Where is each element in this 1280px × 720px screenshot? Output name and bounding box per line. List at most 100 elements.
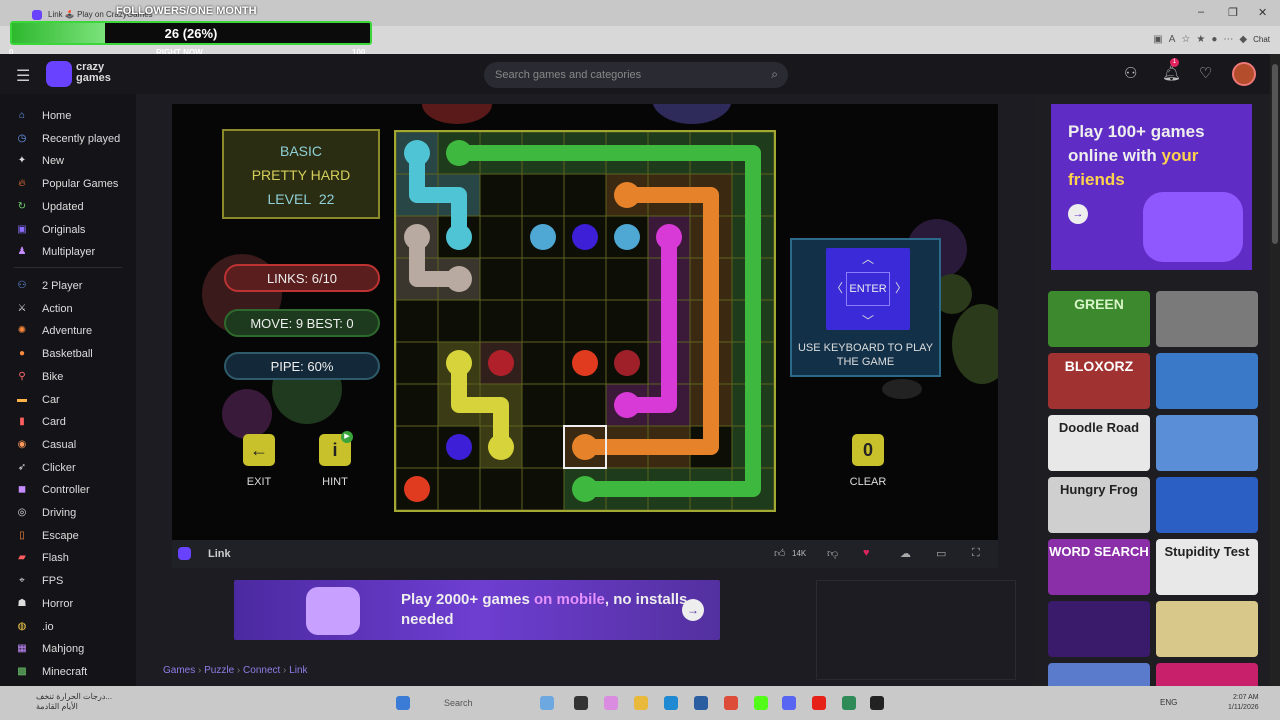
weather-widget[interactable]: درجات الحرارة تنخف... الأيام القادمة (12, 692, 112, 712)
sidebar-item-mahjong[interactable]: ▦ Mahjong (16, 639, 84, 659)
taskbar-search[interactable]: Search (420, 694, 530, 714)
minimize-icon[interactable]: – (1198, 6, 1204, 18)
sidebar-item-minecraft[interactable]: ▩ Minecraft (16, 662, 87, 682)
translate-icon[interactable]: A (1169, 34, 1182, 45)
puzzle-grid[interactable] (394, 130, 776, 512)
unlinked-dot[interactable] (404, 476, 430, 502)
sidebar-item-io[interactable]: ◍ .io (16, 617, 54, 637)
cloud-save-icon[interactable]: ☁ (900, 547, 911, 560)
sidebar-item-new[interactable]: ✦ New (16, 151, 64, 171)
game-thumbnail[interactable]: Hungry Frog (1048, 477, 1150, 533)
unlinked-dot[interactable] (614, 224, 640, 250)
chrome-icon[interactable] (724, 696, 738, 710)
sidebar-item-bike[interactable]: ⚲ Bike (16, 367, 63, 387)
favorite-heart-icon[interactable]: ♥ (863, 547, 870, 559)
youtube-icon[interactable] (812, 696, 826, 710)
chat-label[interactable]: Chat (1253, 35, 1270, 44)
game-thumbnail[interactable] (1156, 353, 1258, 409)
breadcrumb-item[interactable]: Link (289, 665, 307, 676)
arrow-right-icon[interactable]: → (682, 599, 704, 621)
unlinked-dot[interactable] (446, 434, 472, 460)
sidebar-item-2-player[interactable]: ⚇ 2 Player (16, 276, 83, 296)
clock[interactable]: 2:07 AM 1/11/2026 (1228, 693, 1259, 713)
sidebar-item-adventure[interactable]: ✺ Adventure (16, 321, 92, 341)
sidebar-item-driving[interactable]: ◎ Driving (16, 503, 77, 523)
unlinked-dot[interactable] (530, 224, 556, 250)
profile-icon[interactable]: ● (1211, 34, 1223, 45)
unlinked-dot[interactable] (572, 224, 598, 250)
task-view-icon[interactable] (574, 696, 588, 710)
friends-promo-card[interactable]: Play 100+ games online with your friends… (1051, 104, 1252, 270)
exit-button[interactable]: ← (243, 434, 275, 466)
thumbs-down-icon[interactable]: 👎︎ (827, 547, 838, 560)
favorites-icon[interactable]: ★ (1196, 34, 1211, 45)
page-scrollbar[interactable] (1270, 54, 1280, 686)
sidebar-item-car[interactable]: ▬ Car (16, 390, 60, 410)
sidebar-item-controller[interactable]: ◼ Controller (16, 480, 90, 500)
obs-icon[interactable] (870, 696, 884, 710)
sidebar-item-basketball[interactable]: ● Basketball (16, 344, 93, 364)
game-thumbnail[interactable] (1156, 477, 1258, 533)
sidebar-item-card[interactable]: ▮ Card (16, 412, 66, 432)
search-icon[interactable]: ⌕ (771, 67, 778, 82)
unlinked-dot[interactable] (572, 350, 598, 376)
close-icon[interactable]: ✕ (1258, 6, 1267, 19)
copilot-icon[interactable]: ◆ (1239, 34, 1253, 45)
game-thumbnail[interactable]: Stupidity Test (1156, 539, 1258, 595)
mobile-promo-banner[interactable]: Play 2000+ games on mobile, no installs … (234, 580, 720, 640)
edge-icon[interactable] (664, 696, 678, 710)
game-thumbnail[interactable] (1156, 415, 1258, 471)
sidebar-item-action[interactable]: ⚔ Action (16, 299, 73, 319)
search-input[interactable]: Search games and categories ⌕ (484, 62, 788, 88)
language-indicator[interactable]: ENG (1160, 698, 1177, 707)
game-thumbnail[interactable]: GREEN (1048, 291, 1150, 347)
game-thumbnail[interactable]: BLOXORZ (1048, 353, 1150, 409)
scrollbar-thumb[interactable] (1272, 64, 1278, 244)
bookmark-star-icon[interactable]: ☆ (1181, 34, 1196, 45)
game-thumbnail[interactable] (1156, 601, 1258, 657)
sidebar-item-updated[interactable]: ↻ Updated (16, 197, 84, 217)
sidebar-item-flash[interactable]: ▰ Flash (16, 548, 69, 568)
menu-icon[interactable]: ☰ (16, 66, 30, 86)
copilot-icon[interactable] (604, 696, 618, 710)
sidebar-item-casual[interactable]: ◉ Casual (16, 435, 77, 455)
game-thumbnail[interactable] (1048, 601, 1150, 657)
clear-button[interactable]: 0 (852, 434, 884, 466)
avatar[interactable] (1232, 62, 1256, 86)
fullscreen-icon[interactable]: ⛶ (972, 547, 980, 560)
maximize-icon[interactable]: ❐ (1228, 6, 1238, 19)
breadcrumb-item[interactable]: Games (163, 665, 195, 676)
sidebar-item-home[interactable]: ⌂ Home (16, 106, 71, 126)
sidebar-item-popular-games[interactable]: 🔥︎ Popular Games (16, 174, 118, 194)
windows-start-icon[interactable] (396, 696, 410, 710)
kick-icon[interactable] (754, 696, 768, 710)
friends-icon[interactable]: ⚇ (1124, 64, 1137, 82)
discord-icon[interactable] (782, 696, 796, 710)
heart-icon[interactable]: ♡ (1199, 64, 1212, 82)
sidebar-item-fps[interactable]: ⌖ FPS (16, 571, 63, 591)
unlinked-dot[interactable] (488, 350, 514, 376)
breadcrumb-item[interactable]: Connect (243, 665, 280, 676)
app-icon[interactable] (842, 696, 856, 710)
file-explorer-icon[interactable] (634, 696, 648, 710)
widgets-icon[interactable] (540, 696, 554, 710)
sidebar-item-escape[interactable]: ▯ Escape (16, 526, 78, 546)
feedback-icon[interactable]: ▭ (936, 547, 946, 560)
thumbs-up-icon[interactable]: 👍︎ (774, 547, 786, 560)
more-icon[interactable]: ⋯ (1223, 34, 1239, 45)
bell-icon[interactable]: 🔔︎ (1162, 64, 1181, 82)
crazygames-logo-icon[interactable] (46, 61, 72, 87)
logo-text[interactable]: crazy games (76, 62, 126, 84)
sidebar-item-originals[interactable]: ▣ Originals (16, 220, 85, 240)
game-thumbnail[interactable]: Doodle Road (1048, 415, 1150, 471)
breadcrumb-item[interactable]: Puzzle (204, 665, 234, 676)
game-thumbnail[interactable]: WORD SEARCH (1048, 539, 1150, 595)
store-icon[interactable] (694, 696, 708, 710)
sidebar-item-clicker[interactable]: ➶ Clicker (16, 458, 76, 478)
game-thumbnail[interactable] (1156, 291, 1258, 347)
sidebar-item-recently-played[interactable]: ◷ Recently played (16, 129, 121, 149)
sidebar-item-multiplayer[interactable]: ♟ Multiplayer (16, 242, 96, 262)
arrow-right-icon[interactable]: → (1068, 204, 1088, 224)
sidebar-item-horror[interactable]: ☗ Horror (16, 594, 74, 614)
reader-icon[interactable]: ▣ (1153, 34, 1168, 45)
